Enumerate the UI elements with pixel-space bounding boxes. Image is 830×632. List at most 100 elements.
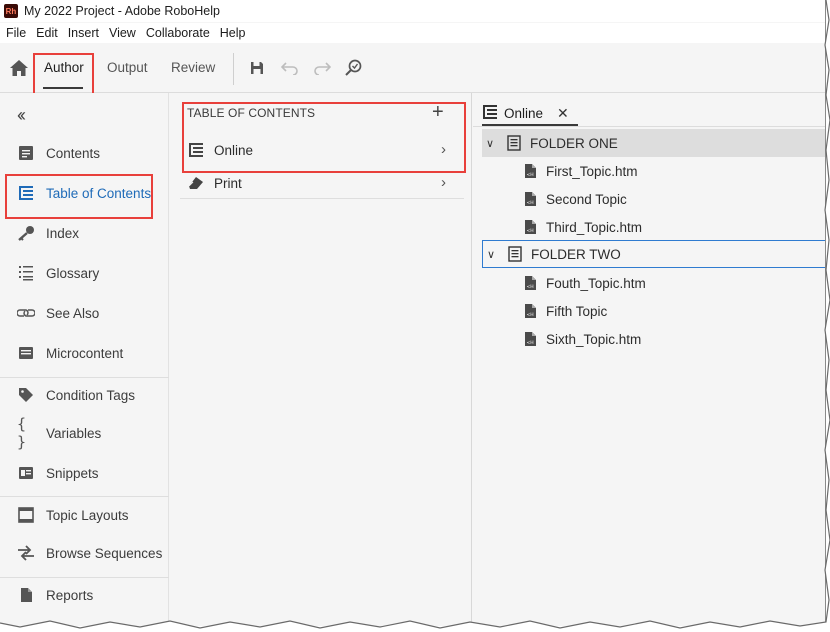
robohelp-window: Rh My 2022 Project - Adobe RoboHelp File… <box>0 0 826 626</box>
tree-topic[interactable]: <H Fouth_Topic.htm <box>482 269 825 297</box>
editor-tab-online[interactable]: Online ✕ <box>482 99 569 127</box>
tree-item-label: Sixth_Topic.htm <box>546 331 642 347</box>
toc-panel: TABLE OF CONTENTS + Online › Print › <box>170 93 472 626</box>
tree-folder-two[interactable]: ∨ FOLDER TWO <box>482 240 825 268</box>
close-icon[interactable]: ✕ <box>557 105 569 122</box>
book-icon <box>507 245 523 263</box>
menu-bar: File Edit Insert View Collaborate Help <box>0 23 825 43</box>
menu-help[interactable]: Help <box>220 26 246 40</box>
tree-topic[interactable]: <H Fifth Topic <box>482 297 825 325</box>
rail-item-contents[interactable]: Contents <box>0 135 169 171</box>
toc-panel-header: TABLE OF CONTENTS <box>187 106 316 120</box>
rail-item-label: Topic Layouts <box>46 507 129 523</box>
html-file-icon: <H <box>522 190 538 208</box>
key-icon <box>17 224 35 242</box>
rail-item-label: Reports <box>46 587 94 603</box>
rail-item-variables[interactable]: { } Variables <box>0 415 169 451</box>
toc-row-divider <box>180 198 464 199</box>
rail-item-index[interactable]: Index <box>0 215 169 251</box>
toc-editor-panel: Online ✕ ∨ FOLDER ONE <H First_Topic.htm… <box>473 93 825 626</box>
window-title: My 2022 Project - Adobe RoboHelp <box>24 4 220 18</box>
microcontent-icon <box>17 344 35 362</box>
rail-item-label: Glossary <box>46 265 100 281</box>
tree-topic[interactable]: <H Third_Topic.htm <box>482 213 825 241</box>
tab-author[interactable]: Author <box>44 60 84 75</box>
rail-item-glossary[interactable]: Glossary <box>0 255 169 291</box>
list-icon <box>17 264 35 282</box>
rail-item-label: Contents <box>46 145 101 161</box>
html-file-icon: <H <box>522 330 538 348</box>
main-toolbar: Author Output Review <box>0 43 825 93</box>
tab-output[interactable]: Output <box>107 60 148 75</box>
arrows-icon <box>17 544 35 562</box>
chevron-right-icon: › <box>441 141 446 158</box>
rail-item-reports[interactable]: Reports <box>0 577 169 613</box>
menu-file[interactable]: File <box>6 26 26 40</box>
html-file-icon: <H <box>522 218 538 236</box>
rail-item-condition-tags[interactable]: Condition Tags <box>0 377 169 413</box>
find-replace-icon[interactable] <box>344 58 364 78</box>
rail-item-microcontent[interactable]: Microcontent <box>0 335 169 371</box>
title-bar: Rh My 2022 Project - Adobe RoboHelp <box>0 0 825 22</box>
menu-insert[interactable]: Insert <box>68 26 99 40</box>
rail-item-label: Table of Contents <box>46 185 152 201</box>
rail-item-snippets[interactable]: Snippets <box>0 455 169 491</box>
svg-text:<H: <H <box>526 340 533 346</box>
menu-collaborate[interactable]: Collaborate <box>146 26 210 40</box>
rail-item-see-also[interactable]: See Also <box>0 295 169 331</box>
toc-row-online[interactable]: Online › <box>180 135 464 165</box>
tree-topic[interactable]: <H Sixth_Topic.htm <box>482 325 825 353</box>
html-file-icon: <H <box>522 302 538 320</box>
toc-icon <box>17 184 35 202</box>
redo-icon[interactable] <box>312 58 332 78</box>
contents-icon <box>17 144 35 162</box>
book-icon <box>506 134 522 152</box>
chevron-down-icon[interactable]: ∨ <box>486 137 498 150</box>
save-icon[interactable] <box>247 58 267 78</box>
undo-icon[interactable] <box>280 58 300 78</box>
rail-item-label: Variables <box>46 425 102 441</box>
svg-text:<H: <H <box>526 228 533 234</box>
rail-item-topic-layouts[interactable]: Topic Layouts <box>0 497 169 533</box>
chevron-right-icon: › <box>441 174 446 191</box>
tree-item-label: FOLDER ONE <box>530 135 618 151</box>
menu-view[interactable]: View <box>109 26 136 40</box>
chevron-down-icon[interactable]: ∨ <box>487 248 499 261</box>
tree-folder-one[interactable]: ∨ FOLDER ONE <box>482 129 825 157</box>
tree-item-label: Second Topic <box>546 191 627 207</box>
editor-tab-divider <box>473 126 825 127</box>
toc-row-label: Online <box>214 142 254 158</box>
rail-item-label: Condition Tags <box>46 387 136 403</box>
editor-tab-label: Online <box>504 105 544 121</box>
rail-item-label: Snippets <box>46 465 99 481</box>
tab-review[interactable]: Review <box>171 60 215 75</box>
svg-text:<H: <H <box>526 284 533 290</box>
rail-item-label: Index <box>46 225 80 241</box>
tree-item-label: First_Topic.htm <box>546 163 638 179</box>
rail-item-label: Browse Sequences <box>46 545 163 561</box>
toc-row-label: Print <box>214 175 242 191</box>
html-file-icon: <H <box>522 274 538 292</box>
rail-item-label: See Also <box>46 305 100 321</box>
home-icon[interactable] <box>9 59 29 77</box>
svg-text:<H: <H <box>526 312 533 318</box>
tag-icon <box>17 386 35 404</box>
active-tab-indicator <box>43 87 83 89</box>
layout-icon <box>17 506 35 524</box>
add-toc-button[interactable]: + <box>432 102 444 122</box>
tree-topic[interactable]: <H First_Topic.htm <box>482 157 825 185</box>
svg-text:<H: <H <box>526 172 533 178</box>
rail-item-browse-sequences[interactable]: Browse Sequences <box>0 535 169 571</box>
double-chevron-left-icon[interactable]: ‹‹ <box>17 105 26 126</box>
rail-item-label: Microcontent <box>46 345 124 361</box>
toc-row-print[interactable]: Print › <box>180 168 464 198</box>
tree-item-label: FOLDER TWO <box>531 246 621 262</box>
tree-topic[interactable]: <H Second Topic <box>482 185 825 213</box>
eraser-icon <box>187 174 205 192</box>
tree-item-label: Fifth Topic <box>546 303 608 319</box>
html-file-icon: <H <box>522 162 538 180</box>
menu-edit[interactable]: Edit <box>36 26 58 40</box>
toc-icon <box>482 104 498 123</box>
rail-item-table-of-contents[interactable]: Table of Contents <box>0 175 169 211</box>
toc-icon <box>187 141 205 159</box>
